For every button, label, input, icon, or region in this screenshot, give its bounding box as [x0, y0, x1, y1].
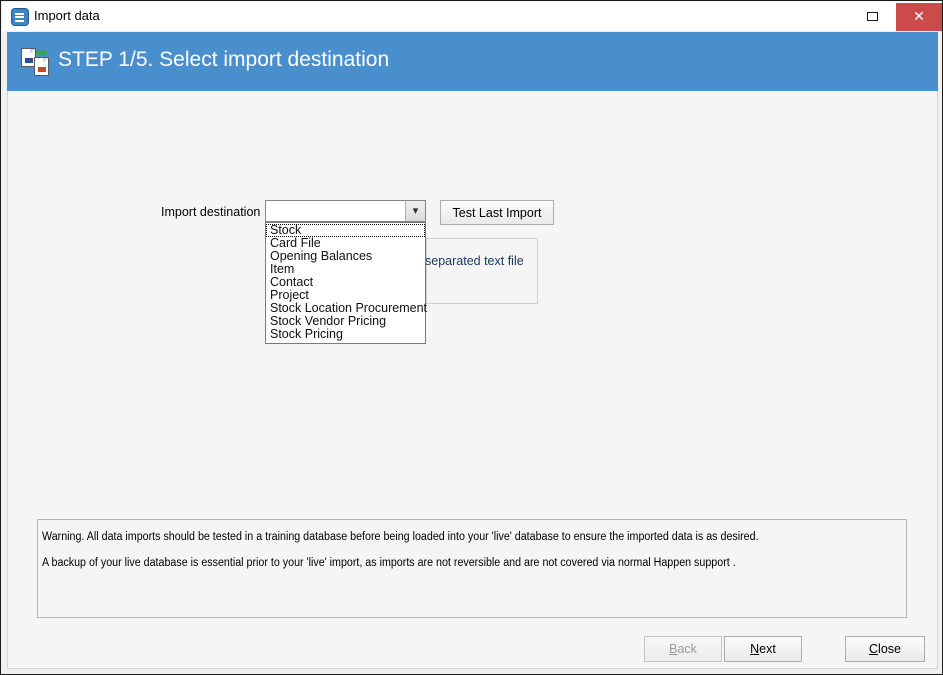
close-button-mnemonic: C — [869, 642, 879, 656]
import-transfer-icon: ➦ — [21, 45, 55, 78]
window-title: Import data — [34, 8, 100, 23]
import-destination-dropdown-list[interactable]: Stock Card File Opening Balances Item Co… — [265, 222, 427, 344]
import-destination-label: Import destination — [161, 205, 261, 219]
next-button-label: ext — [759, 642, 776, 656]
back-button-label: ack — [677, 642, 697, 656]
close-icon: ✕ — [913, 9, 925, 25]
next-button[interactable]: Next — [724, 636, 802, 662]
close-button-label: lose — [878, 642, 901, 656]
maximize-icon — [867, 12, 878, 21]
close-window-button[interactable]: ✕ — [896, 3, 942, 31]
footer-bar: Back Next Close — [7, 632, 938, 669]
chevron-down-icon: ▾ — [412, 204, 419, 217]
combobox-dropdown-button[interactable]: ▾ — [405, 201, 425, 221]
target-document-icon — [34, 57, 49, 76]
import-destination-combobox[interactable]: ▾ — [265, 200, 426, 222]
back-button[interactable]: Back — [644, 636, 722, 662]
warning-text-line-2: A backup of your live database is essent… — [42, 557, 736, 569]
app-icon — [12, 9, 28, 25]
maximize-button[interactable] — [850, 3, 896, 31]
file-type-option-label: separated text file — [425, 254, 524, 268]
test-last-import-button[interactable]: Test Last Import — [440, 200, 554, 225]
title-bar: Import data ✕ — [2, 2, 942, 31]
next-button-mnemonic: N — [750, 642, 760, 656]
warning-panel: Warning. All data imports should be test… — [37, 519, 907, 618]
step-title: STEP 1/5. Select import destination — [58, 48, 390, 71]
step-banner: ➦ STEP 1/5. Select import destination — [7, 32, 938, 91]
close-button[interactable]: Close — [845, 636, 925, 662]
file-type-groupbox: separated text file — [425, 238, 538, 304]
import-data-window: Import data ✕ ➦ STEP 1/5. Select import … — [0, 0, 943, 675]
dropdown-option-stock-pricing[interactable]: Stock Pricing — [266, 328, 425, 341]
warning-text-line-1: Warning. All data imports should be test… — [42, 531, 759, 543]
